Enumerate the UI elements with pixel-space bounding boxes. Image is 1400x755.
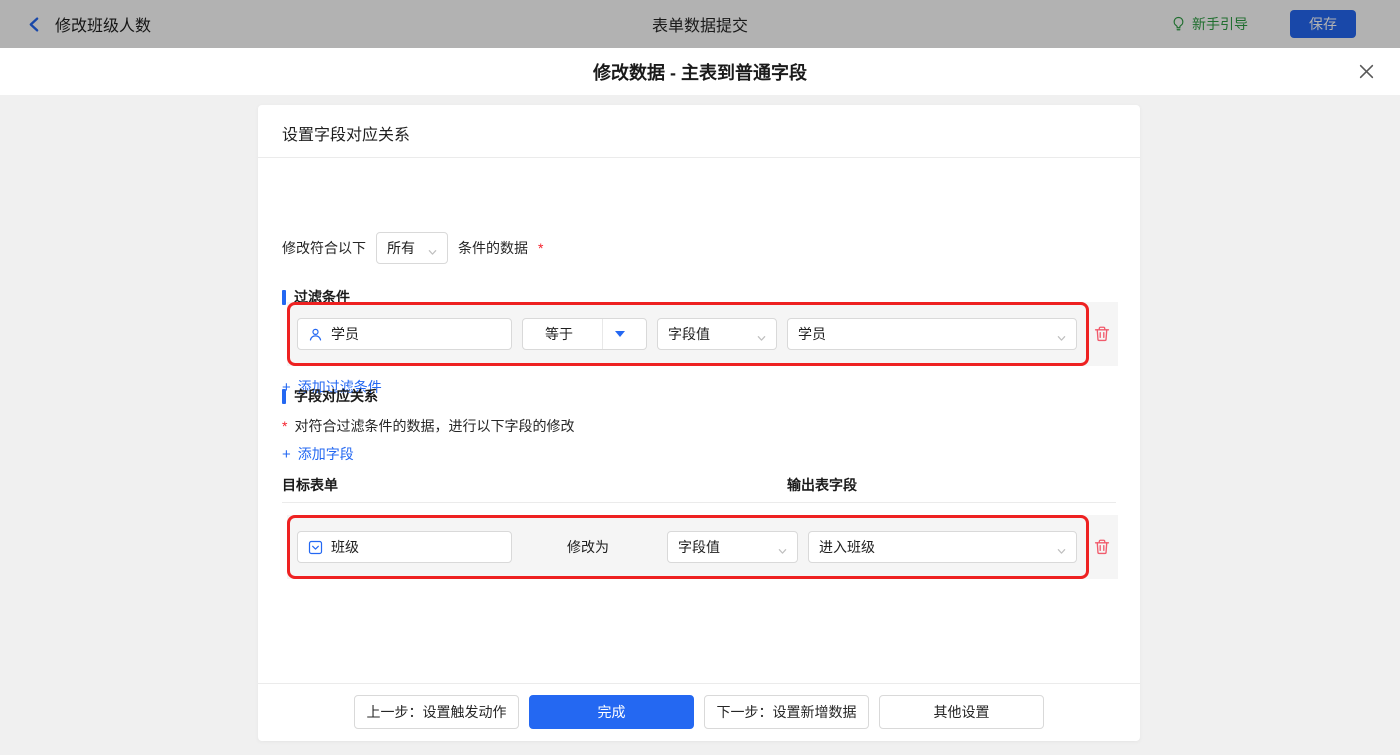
plus-icon: + bbox=[282, 445, 291, 463]
close-icon[interactable] bbox=[1356, 61, 1376, 81]
mapping-section-label: 字段对应关系 bbox=[294, 388, 378, 404]
guide-label: 新手引导 bbox=[1192, 16, 1248, 32]
topbar: 修改班级人数 表单数据提交 新手引导 保存 bbox=[0, 0, 1400, 48]
select-field-type-icon bbox=[308, 540, 323, 555]
chevron-down-icon bbox=[428, 244, 437, 255]
match-condition-row: 修改符合以下 所有 条件的数据 * bbox=[282, 232, 543, 264]
match-prefix-label: 修改符合以下 bbox=[282, 240, 366, 256]
operator-dropdown-zone[interactable] bbox=[602, 319, 636, 349]
mapping-section-title: 字段对应关系 bbox=[282, 386, 378, 406]
lightbulb-icon bbox=[1171, 16, 1186, 32]
chevron-down-icon bbox=[778, 543, 787, 554]
divider bbox=[258, 683, 1140, 684]
delete-mapping-trash-icon[interactable] bbox=[1093, 538, 1111, 556]
beginner-guide-link[interactable]: 新手引导 bbox=[1171, 14, 1248, 34]
operator-select[interactable]: 等于 bbox=[522, 318, 647, 350]
section-accent-bar bbox=[282, 289, 286, 305]
prev-step-button[interactable]: 上一步：设置触发动作 bbox=[354, 695, 519, 729]
triangle-down-icon bbox=[614, 331, 625, 337]
modify-to-label: 修改为 bbox=[567, 539, 609, 555]
delete-condition-trash-icon[interactable] bbox=[1093, 325, 1111, 343]
done-button[interactable]: 完成 bbox=[529, 695, 694, 729]
panel-header: 设置字段对应关系 bbox=[282, 127, 411, 144]
filter-value-type: 字段值 bbox=[668, 326, 710, 342]
filter-field-value: 学员 bbox=[331, 326, 359, 342]
mapping-value: 进入班级 bbox=[819, 539, 875, 555]
divider bbox=[282, 502, 1116, 503]
scope-value: 所有 bbox=[387, 240, 415, 256]
dialog-title: 修改数据 - 主表到普通字段 bbox=[593, 63, 807, 83]
filter-field-input[interactable]: 学员 bbox=[297, 318, 512, 350]
member-field-icon bbox=[308, 327, 323, 342]
section-accent-bar bbox=[282, 388, 286, 404]
mapping-value-type: 字段值 bbox=[678, 539, 720, 555]
divider bbox=[258, 157, 1140, 158]
mapping-table-header: 目标表单 输出表字段 bbox=[282, 475, 1116, 495]
target-form-column-header: 目标表单 bbox=[282, 477, 338, 493]
operator-value: 等于 bbox=[545, 326, 573, 342]
filter-value: 学员 bbox=[798, 326, 826, 342]
mapping-description: * 对符合过滤条件的数据，进行以下字段的修改 bbox=[282, 416, 574, 436]
field-mapping-row: 班级 修改为 字段值 进入班级 bbox=[287, 515, 1118, 579]
dialog-header: 修改数据 - 主表到普通字段 bbox=[0, 48, 1400, 95]
add-field-link[interactable]: + 添加字段 bbox=[282, 444, 354, 464]
mapping-description-text: 对符合过滤条件的数据，进行以下字段的修改 bbox=[294, 418, 575, 434]
mapping-value-select[interactable]: 进入班级 bbox=[808, 531, 1077, 563]
mapping-value-type-select[interactable]: 字段值 bbox=[667, 531, 798, 563]
settings-panel: 设置字段对应关系 过滤条件 修改符合以下 所有 条件的数据 * + 添加过滤条件… bbox=[258, 105, 1140, 741]
filter-condition-row: 学员 等于 字段值 学员 bbox=[287, 302, 1118, 366]
other-settings-button[interactable]: 其他设置 bbox=[879, 695, 1044, 729]
chevron-down-icon bbox=[1057, 330, 1066, 341]
add-field-label: 添加字段 bbox=[297, 446, 354, 462]
required-asterisk: * bbox=[538, 240, 544, 256]
output-field-column-header: 输出表字段 bbox=[787, 477, 857, 493]
required-asterisk: * bbox=[282, 418, 288, 434]
chevron-down-icon bbox=[757, 330, 766, 341]
save-button[interactable]: 保存 bbox=[1290, 10, 1356, 38]
scope-select[interactable]: 所有 bbox=[376, 232, 448, 264]
filter-value-type-select[interactable]: 字段值 bbox=[657, 318, 777, 350]
target-field-input[interactable]: 班级 bbox=[297, 531, 512, 563]
chevron-down-icon bbox=[1057, 543, 1066, 554]
next-step-button[interactable]: 下一步：设置新增数据 bbox=[704, 695, 869, 729]
target-field-value: 班级 bbox=[331, 539, 359, 555]
match-suffix-label: 条件的数据 bbox=[458, 240, 528, 256]
filter-value-select[interactable]: 学员 bbox=[787, 318, 1077, 350]
